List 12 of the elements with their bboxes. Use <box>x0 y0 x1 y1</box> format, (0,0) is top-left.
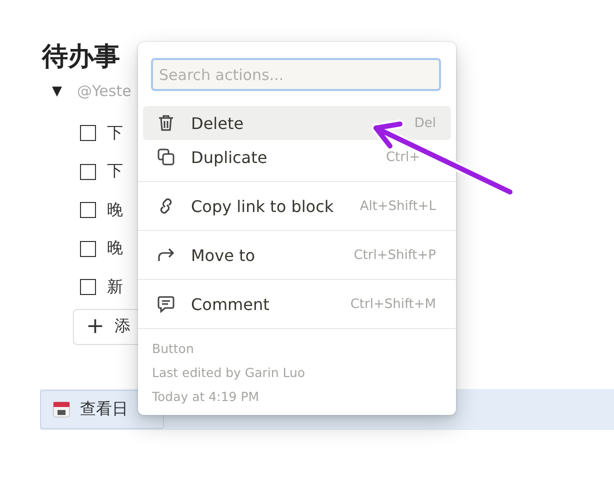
shortcut-hint: Ctrl+Shift+M <box>350 296 436 312</box>
shortcut-hint: Ctrl+ <box>386 150 420 164</box>
todo-text: 晚 <box>107 200 123 221</box>
shortcut-hint: Del <box>414 116 436 130</box>
todo-text: 下 <box>107 161 123 182</box>
page-title: 待办事 <box>42 41 120 74</box>
shortcut-hint: Alt+Shift+L <box>360 198 436 214</box>
shortcut-hint: Ctrl+Shift+P <box>354 248 436 262</box>
todo-text: 下 <box>107 122 123 144</box>
todo-text: 新 <box>107 276 123 298</box>
todo-text: 晚 <box>107 238 123 260</box>
block-info-text: Last edited by Garin Luo <box>152 364 306 382</box>
